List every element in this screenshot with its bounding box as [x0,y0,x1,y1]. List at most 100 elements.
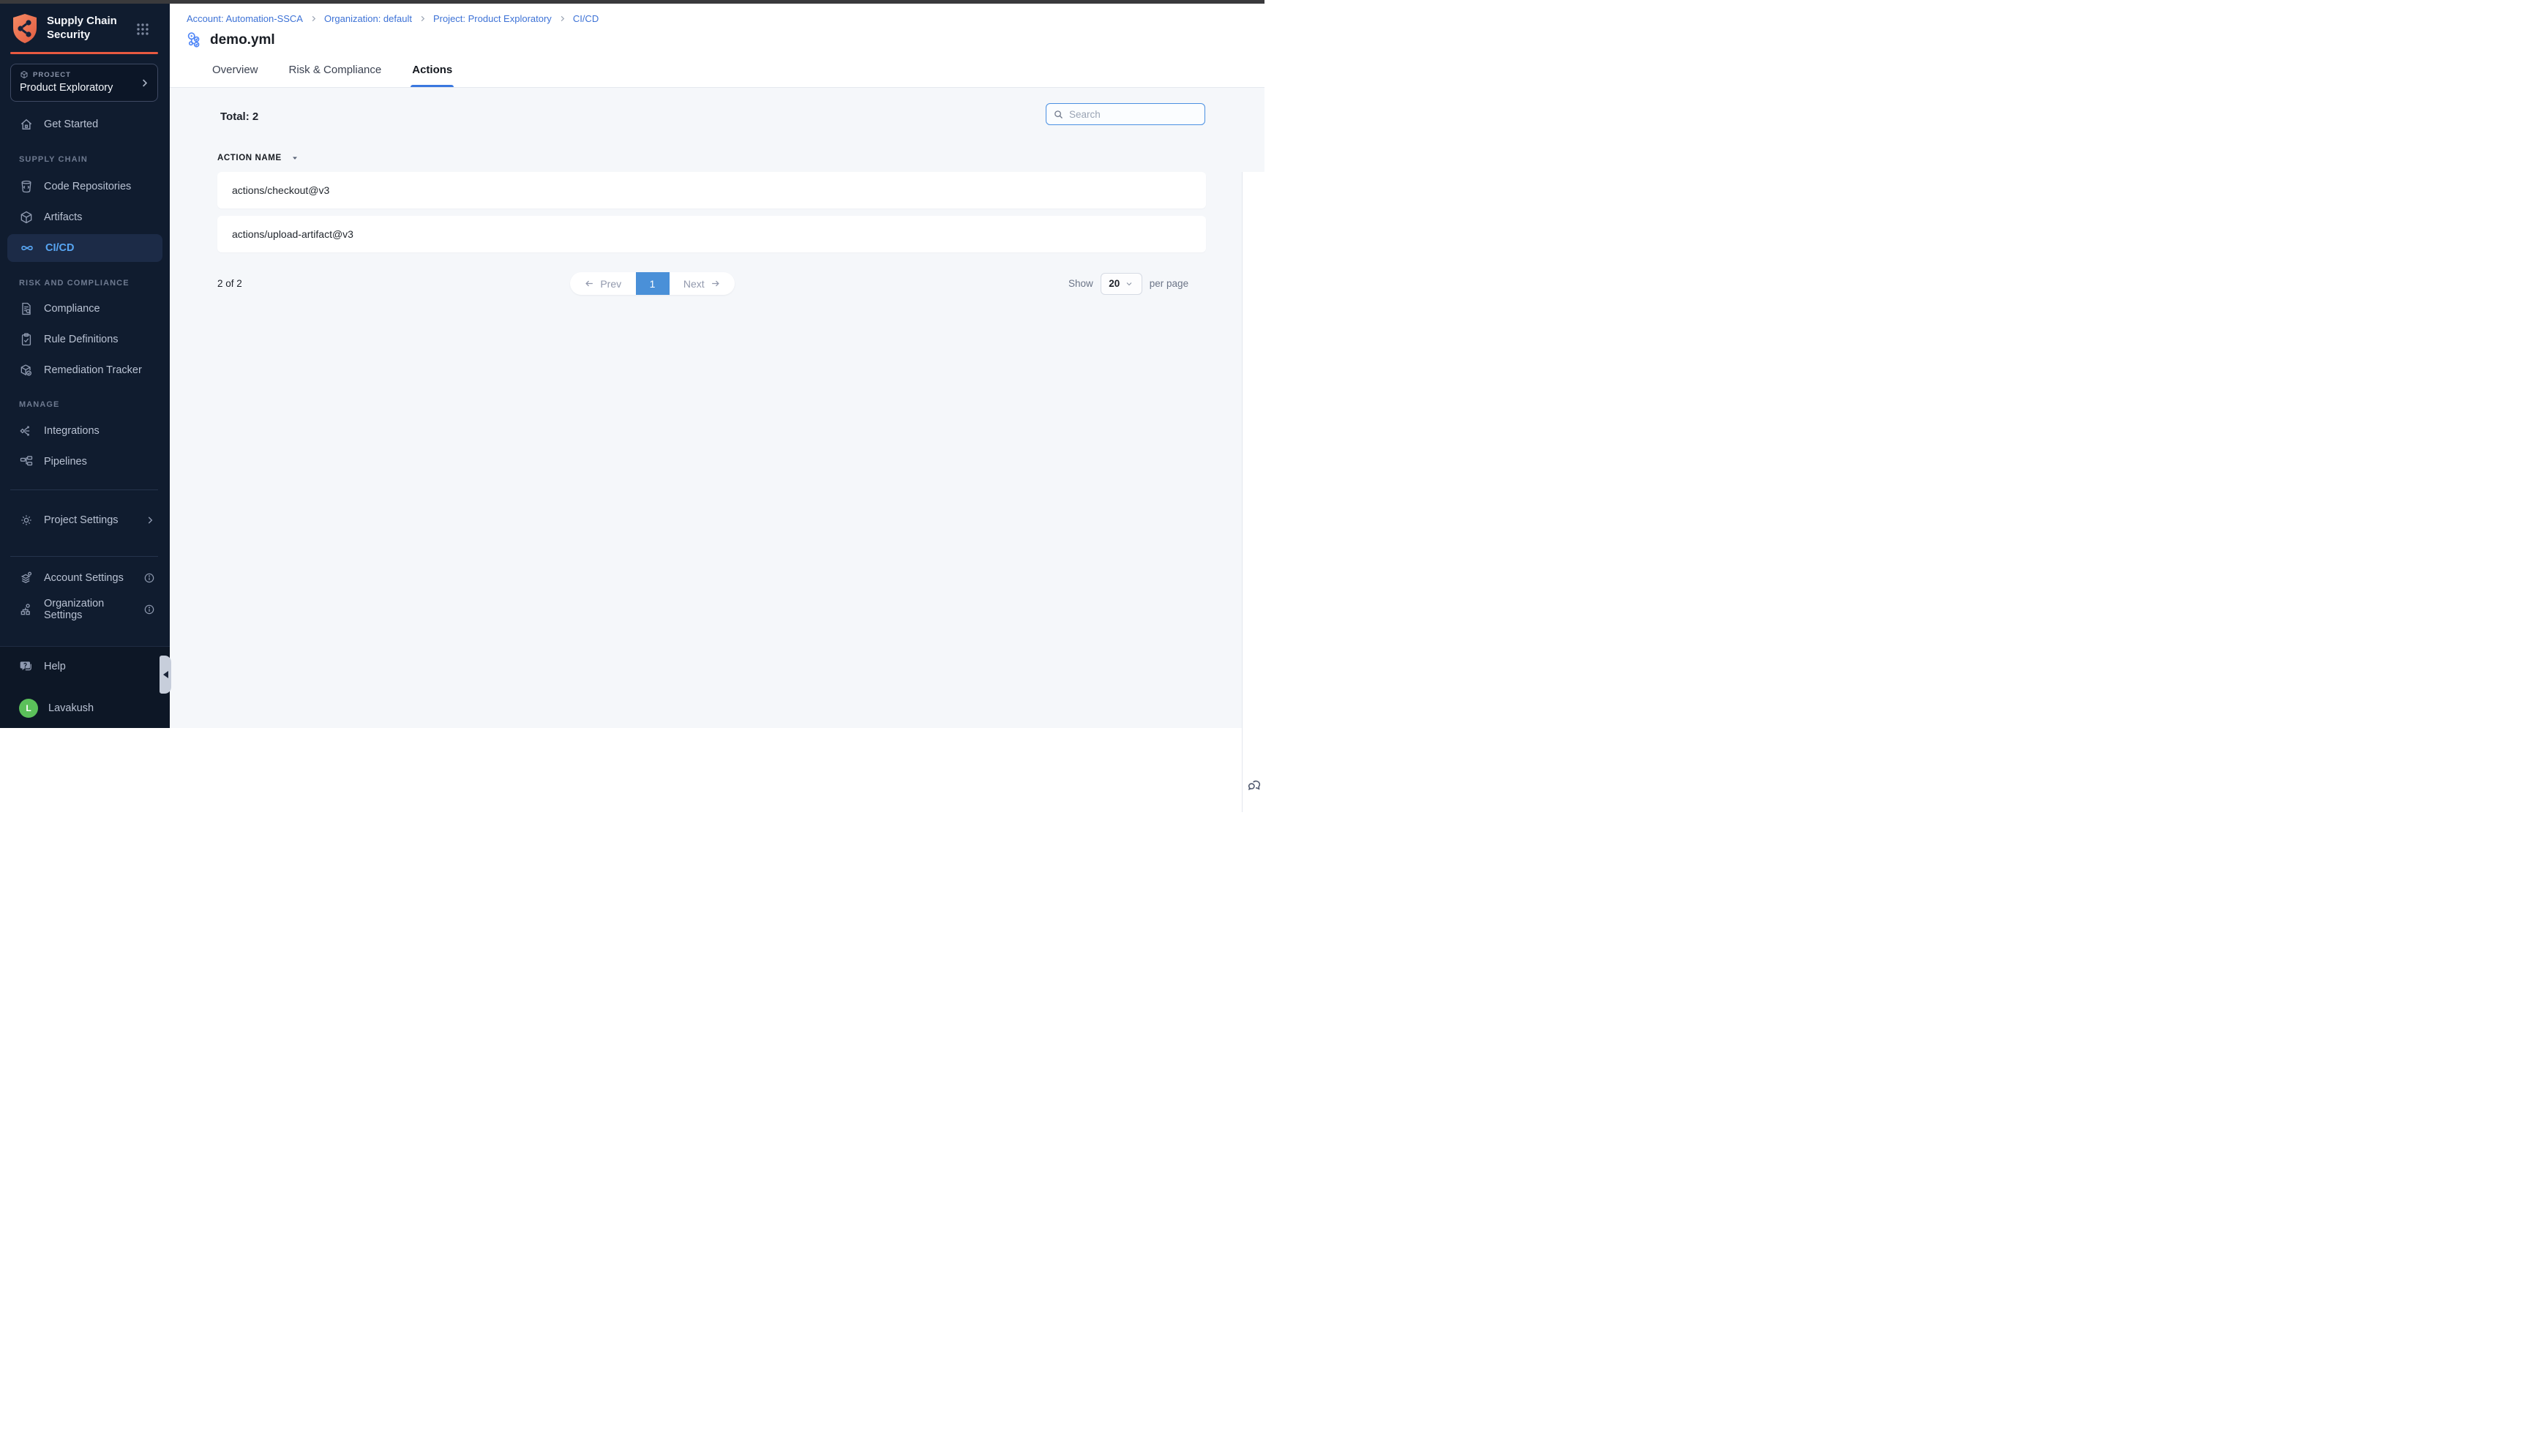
pagination-range: 2 of 2 [217,272,242,295]
chevron-down-icon [1125,279,1134,288]
sidebar-divider [10,556,158,557]
project-selector[interactable]: PROJECT Product Exploratory [10,64,158,102]
action-name-cell: actions/checkout@v3 [232,184,329,196]
sidebar-item-user-profile[interactable]: L Lavakush [7,694,162,722]
column-header-label: ACTION NAME [217,154,282,162]
sort-descending-icon [291,154,299,162]
workflow-icon [187,31,203,48]
breadcrumb-organization-link[interactable]: Organization: default [324,13,412,24]
document-search-icon [19,301,34,316]
search-input[interactable] [1069,109,1199,120]
sidebar-item-help[interactable]: Help [7,653,162,680]
project-name: Product Exploratory [20,82,150,94]
user-avatar: L [19,699,38,718]
code-repository-icon [19,179,34,194]
org-gear-icon [19,602,34,617]
arrow-left-icon [584,278,595,289]
prev-label: Prev [600,278,621,290]
sidebar-item-label: Get Started [44,119,98,130]
next-label: Next [683,278,705,290]
sidebar-item-pipelines[interactable]: Pipelines [7,448,162,476]
chevron-right-icon [558,15,566,23]
page-size-control: Show 20 per page [1068,272,1188,295]
layers-gear-icon [19,571,34,585]
pipelines-icon [19,454,34,469]
page-title: demo.yml [210,32,275,48]
sidebar-item-label: Project Settings [44,514,119,526]
sidebar-item-label: Organization Settings [44,598,133,621]
sidebar-collapse-handle[interactable] [160,656,171,694]
section-manage: MANAGE [19,400,60,409]
sidebar-item-code-repositories[interactable]: Code Repositories [7,173,162,200]
sidebar-item-remediation-tracker[interactable]: Remediation Tracker [7,356,162,384]
integrations-icon [19,424,34,438]
chat-support-icon[interactable] [1246,778,1262,795]
sidebar-item-account-settings[interactable]: Account Settings [7,564,162,592]
project-label: PROJECT [33,71,71,79]
sidebar-item-integrations[interactable]: Integrations [7,417,162,445]
sidebar-item-label: Rule Definitions [44,334,119,345]
next-page-button[interactable]: Next [670,272,735,295]
app-logo: Supply Chain Security [10,12,117,45]
content-area: Total: 2 ACTION NAME actions/checkout@v3… [170,88,1264,728]
app-title-line2: Security [47,29,117,42]
show-label: Show [1068,278,1093,289]
app-switcher-grid-icon[interactable] [136,23,149,36]
main-area: Account: Automation-SSCA Organization: d… [170,4,1264,728]
breadcrumb-account-link[interactable]: Account: Automation-SSCA [187,13,303,24]
shield-logo-icon [10,12,40,45]
table-row[interactable]: actions/checkout@v3 [217,172,1206,209]
sidebar-item-artifacts[interactable]: Artifacts [7,203,162,231]
per-page-label: per page [1150,278,1188,289]
search-icon [1053,109,1064,120]
sidebar-item-label: Integrations [44,425,100,437]
sidebar-item-label: Pipelines [44,456,87,468]
sidebar-item-cicd[interactable]: CI/CD [7,234,162,262]
chevron-right-icon [419,15,427,23]
table-row[interactable]: actions/upload-artifact@v3 [217,216,1206,252]
info-icon[interactable] [143,604,155,615]
sidebar-item-rule-definitions[interactable]: Rule Definitions [7,326,162,353]
box-repair-icon [19,363,34,378]
infinity-icon [19,241,35,255]
sidebar-item-label: CI/CD [45,242,74,254]
app-title-line1: Supply Chain [47,15,117,29]
brand-accent-underline [10,52,158,54]
cube-icon [20,70,29,79]
info-icon[interactable] [143,572,155,584]
sidebar-item-label: Remediation Tracker [44,364,142,376]
tab-risk-compliance[interactable]: Risk & Compliance [288,64,383,87]
arrow-right-icon [710,278,721,289]
breadcrumb-project-link[interactable]: Project: Product Exploratory [433,13,552,24]
sidebar-item-project-settings[interactable]: Project Settings [7,506,162,534]
page-number-1[interactable]: 1 [636,272,670,295]
section-risk-and-compliance: RISK AND COMPLIANCE [19,279,130,288]
sidebar-item-compliance[interactable]: Compliance [7,295,162,323]
page-title-row: demo.yml [187,31,275,48]
prev-page-button[interactable]: Prev [570,272,636,295]
chevron-right-icon [145,515,155,525]
sidebar-item-get-started[interactable]: Get Started [7,110,162,138]
pagination: Prev 1 Next [570,272,735,295]
sidebar-item-label: Code Repositories [44,181,131,192]
sidebar-item-organization-settings[interactable]: Organization Settings [7,596,162,623]
sidebar-item-label: Account Settings [44,572,124,584]
total-count: Total: 2 [220,110,258,123]
tab-bar: Overview Risk & Compliance Actions [211,64,454,87]
page-size-select[interactable]: 20 [1101,273,1142,295]
sidebar-item-label: Help [44,661,66,672]
breadcrumb-cicd-link[interactable]: CI/CD [573,13,599,24]
breadcrumb: Account: Automation-SSCA Organization: d… [187,13,599,24]
sidebar-item-label: Compliance [44,303,100,315]
home-icon [19,117,34,132]
column-header-action-name[interactable]: ACTION NAME [217,154,299,162]
sidebar-item-label: Artifacts [44,211,82,223]
help-chat-icon [19,659,34,674]
sidebar-divider [10,489,158,490]
box-icon [19,210,34,225]
tab-overview[interactable]: Overview [211,64,260,87]
action-name-cell: actions/upload-artifact@v3 [232,228,353,240]
tab-actions[interactable]: Actions [411,64,454,87]
page-size-value: 20 [1109,278,1120,289]
chevron-right-icon [310,15,318,23]
